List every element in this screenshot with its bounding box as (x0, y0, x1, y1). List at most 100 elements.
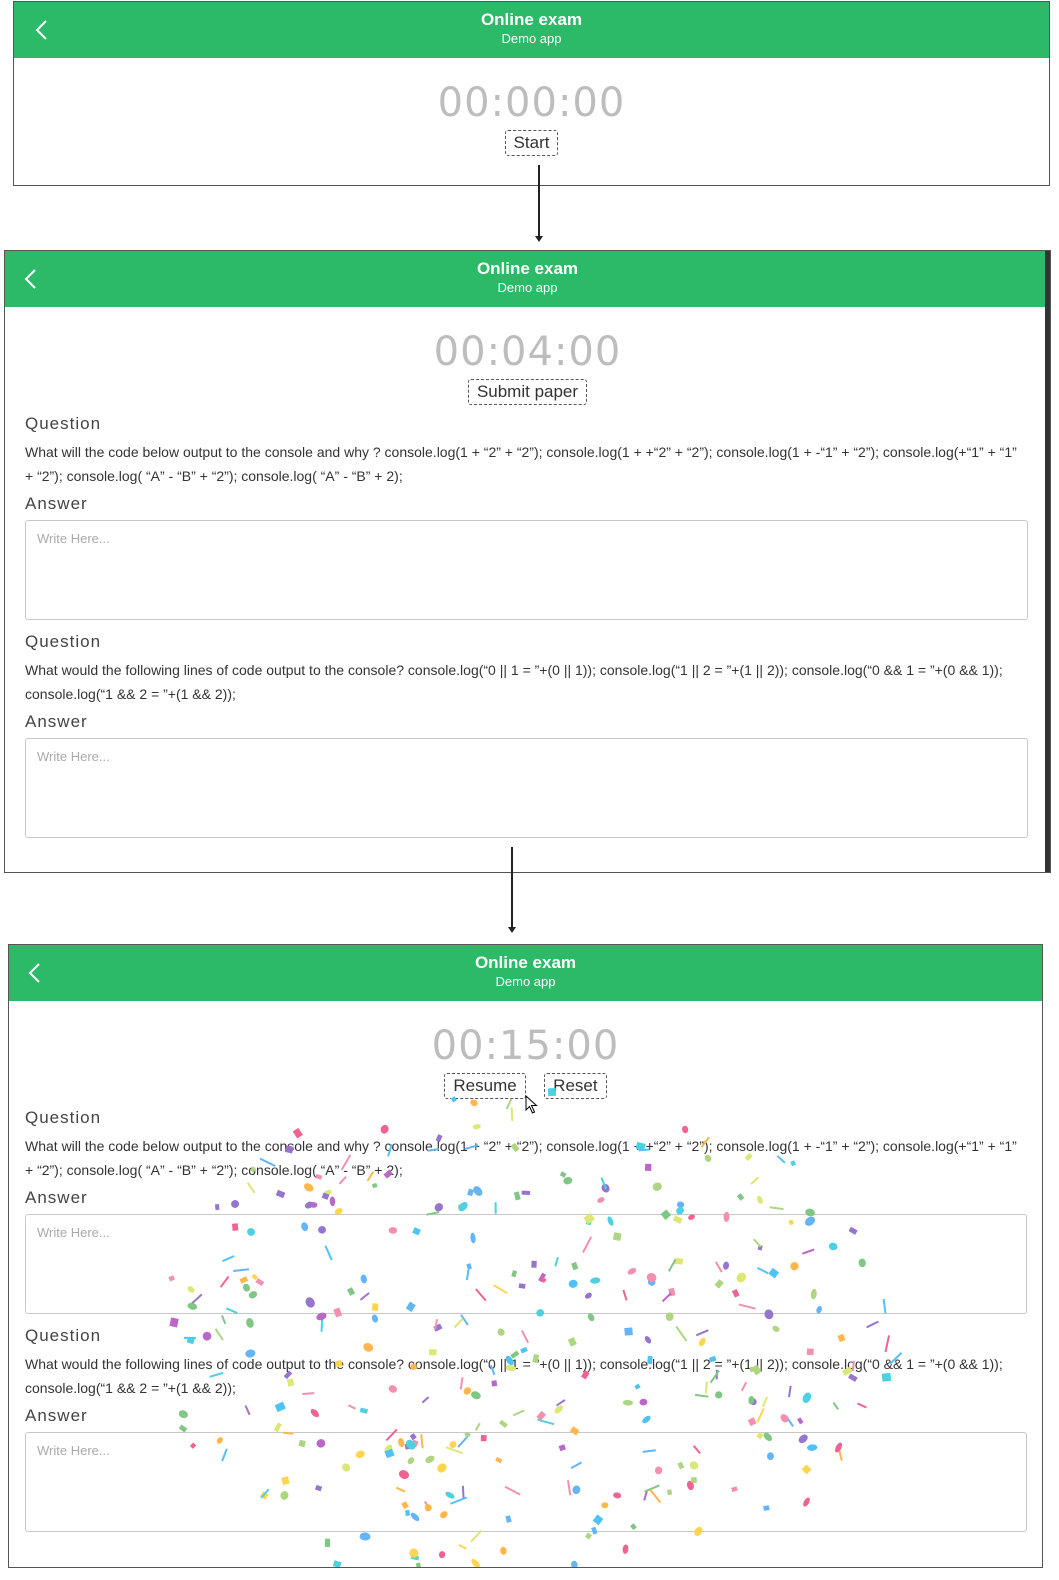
confetti-piece (329, 1196, 336, 1207)
confetti-piece (333, 1307, 343, 1318)
confetti-piece (221, 1315, 227, 1325)
confetti-piece (324, 1538, 331, 1548)
confetti-piece (695, 1329, 709, 1337)
confetti-piece (803, 1497, 810, 1507)
confetti-piece (694, 1526, 703, 1536)
confetti-piece (410, 1512, 420, 1522)
confetti-piece (805, 1208, 815, 1217)
confetti-piece (788, 1385, 792, 1398)
confetti-piece (246, 1318, 254, 1328)
confetti-piece (521, 1190, 531, 1195)
confetti-piece (302, 1392, 315, 1396)
confetti-piece (700, 1136, 711, 1148)
confetti-piece (301, 1222, 309, 1232)
confetti-piece (731, 1486, 738, 1493)
confetti-piece (757, 1195, 763, 1204)
confetti-piece (764, 1309, 774, 1320)
confetti-piece (801, 1464, 812, 1475)
timer-display: 00:04:00 (433, 329, 622, 375)
confetti-piece (801, 1248, 815, 1255)
confetti-piece (189, 1442, 197, 1449)
confetti-piece (837, 1333, 846, 1343)
confetti-piece (243, 1283, 250, 1292)
confetti-piece (635, 1141, 646, 1151)
confetti-piece (744, 1152, 753, 1162)
start-button[interactable]: Start (504, 130, 559, 156)
confetti-piece (332, 1560, 342, 1567)
confetti-piece (768, 1267, 780, 1279)
confetti-piece (512, 1409, 525, 1417)
confetti-piece (239, 1276, 249, 1284)
confetti-piece (421, 1396, 430, 1404)
confetti-piece (324, 1245, 333, 1261)
confetti-piece (532, 1353, 540, 1364)
confetti-piece (470, 1232, 476, 1244)
confetti-piece (445, 1491, 455, 1499)
confetti-piece (816, 1305, 822, 1314)
confetti-piece (667, 1259, 677, 1272)
confetti-piece (510, 1107, 514, 1122)
answer-textarea[interactable]: Write Here... (25, 738, 1028, 838)
confetti-piece (761, 1396, 769, 1407)
confetti-piece (426, 1211, 440, 1216)
confetti-piece (584, 1532, 593, 1540)
confetti-piece (274, 1401, 286, 1413)
confetti-piece (359, 1407, 369, 1414)
confetti-piece (383, 1169, 393, 1179)
confetti-piece (559, 1171, 567, 1178)
confetti-piece (225, 1307, 238, 1314)
confetti-piece (639, 1398, 648, 1406)
flow-arrowhead (535, 236, 543, 242)
confetti-piece (828, 1242, 838, 1251)
confetti-piece (689, 1461, 699, 1470)
confetti-piece (360, 1274, 367, 1284)
confetti-piece (405, 1509, 411, 1516)
confetti-piece (587, 1313, 595, 1322)
confetti-piece (709, 1370, 720, 1384)
app-subtitle: Demo app (497, 280, 558, 295)
confetti-piece (654, 1466, 663, 1475)
confetti-piece (510, 1142, 520, 1153)
confetti-piece (470, 1529, 482, 1543)
confetti-piece (472, 1124, 481, 1130)
confetti-piece (371, 1303, 379, 1311)
confetti-piece (513, 1191, 521, 1201)
confetti-piece (558, 1444, 566, 1452)
confetti-piece (363, 1342, 374, 1352)
confetti-piece (731, 1288, 740, 1298)
confetti-piece (802, 1392, 812, 1403)
answer-textarea[interactable]: Write Here... (25, 520, 1028, 620)
confetti-piece (259, 1157, 276, 1167)
confetti-piece (398, 1437, 405, 1448)
confetti-piece (495, 1456, 503, 1464)
question-label: Question (25, 632, 102, 651)
confetti-piece (221, 1448, 228, 1462)
confetti-piece (691, 1477, 697, 1484)
confetti-piece (409, 1433, 417, 1441)
question-text: What will the code below output to the c… (25, 444, 1017, 484)
confetti-piece (554, 1405, 564, 1414)
confetti-piece (521, 1330, 530, 1344)
confetti-piece (494, 1202, 497, 1214)
confetti-overlay (168, 1087, 903, 1567)
question-text: What would the following lines of code o… (25, 662, 1003, 702)
confetti-piece (580, 1370, 590, 1380)
app-subtitle: Demo app (501, 31, 562, 46)
confetti-piece (776, 1155, 786, 1164)
confetti-piece (187, 1302, 198, 1310)
confetti-piece (676, 1207, 684, 1215)
screen-initial: Online exam Demo app 00:00:00 Start (13, 1, 1050, 186)
confetti-piece (303, 1183, 314, 1192)
confetti-piece (493, 1284, 508, 1295)
confetti-piece (318, 1226, 327, 1234)
confetti-piece (660, 1209, 672, 1220)
submit-paper-button[interactable]: Submit paper (467, 379, 588, 405)
answer-label: Answer (25, 712, 88, 731)
confetti-piece (790, 1160, 797, 1167)
confetti-piece (627, 1268, 637, 1275)
confetti-piece (766, 1452, 774, 1461)
confetti-piece (572, 1485, 581, 1495)
confetti-piece (251, 1273, 258, 1281)
confetti-piece (273, 1422, 282, 1433)
confetti-piece (342, 1463, 351, 1472)
